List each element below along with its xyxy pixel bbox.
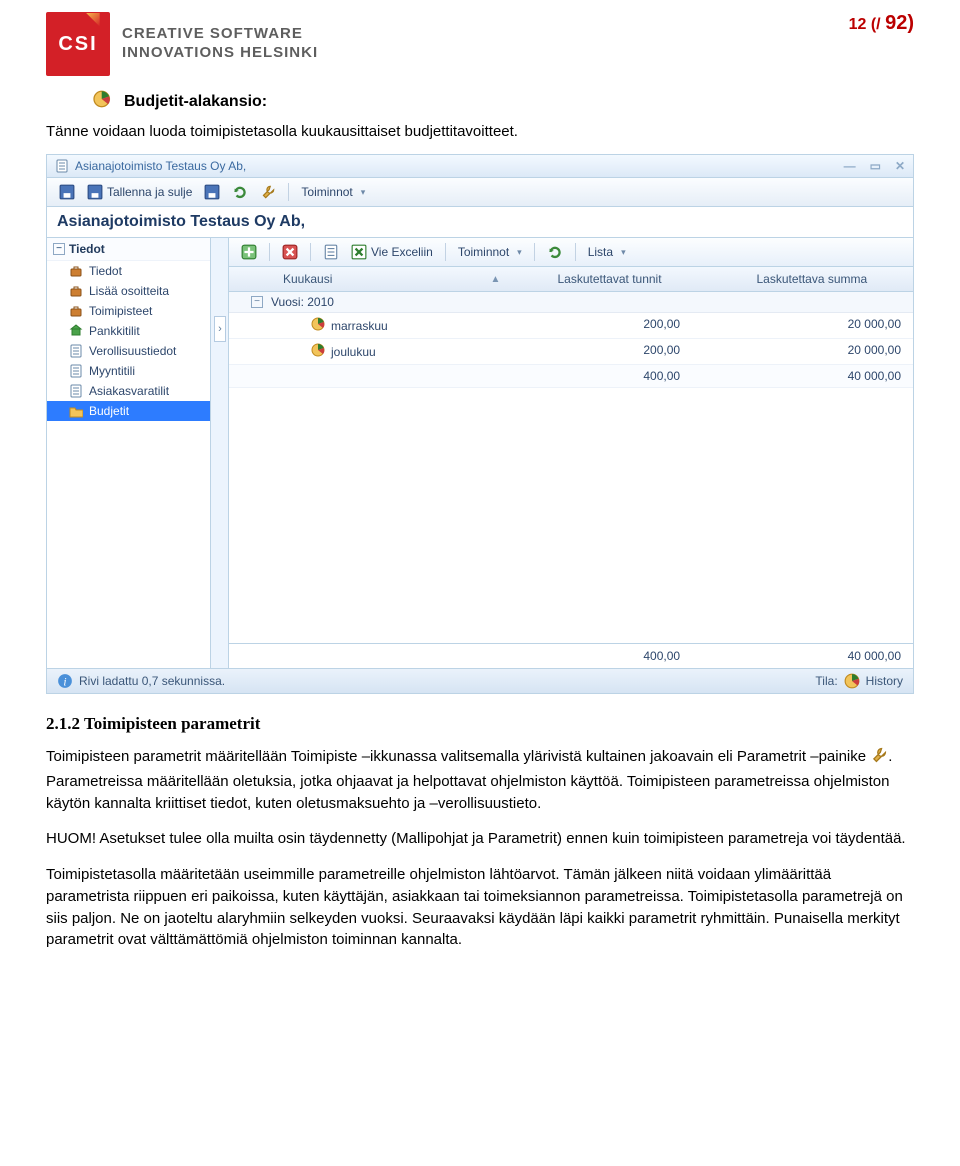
cell-sum: 20 000,00 [730, 313, 913, 338]
column-month[interactable]: Kuukausi ▲ [275, 267, 508, 291]
sort-asc-icon: ▲ [490, 274, 500, 285]
group-row-year[interactable]: − Vuosi: 2010 [229, 292, 913, 313]
sidebar-item-tiedot[interactable]: Tiedot [47, 261, 210, 281]
save-button[interactable] [55, 182, 79, 202]
refresh-button[interactable] [228, 182, 252, 202]
sidebar: − Tiedot Tiedot Lisää osoitteita Toimipist… [47, 238, 211, 668]
list-dropdown[interactable]: Lista [584, 243, 630, 261]
cell-month: joulukuu [331, 345, 376, 359]
cell-month: marraskuu [331, 319, 388, 333]
copy-button[interactable] [319, 242, 343, 262]
group-total-sum: 40 000,00 [730, 365, 913, 387]
cell-hours: 200,00 [509, 313, 730, 338]
maximize-button[interactable]: ▭ [870, 159, 881, 173]
sidebar-item-label: Asiakasvaratilit [89, 384, 169, 398]
column-sum[interactable]: Laskutettava summa [711, 267, 913, 291]
status-right-label: Tila: [815, 674, 837, 688]
brand-logo: CSI CREATIVE SOFTWARE INNOVATIONS HELSIN… [46, 12, 318, 76]
sidebar-item-lisaa[interactable]: Lisää osoitteita [47, 281, 210, 301]
cell-sum: 20 000,00 [730, 339, 913, 364]
sidebar-item-budjetit[interactable]: Budjetit [47, 401, 210, 421]
sidebar-item-toimipisteet[interactable]: Toimipisteet [47, 301, 210, 321]
briefcase-icon [69, 284, 83, 298]
pie-icon [311, 317, 325, 334]
window-doc-icon [55, 159, 69, 173]
wrench-button[interactable] [256, 182, 280, 202]
splitter[interactable]: › [211, 238, 229, 668]
grid-empty-area [229, 388, 913, 643]
add-button[interactable] [237, 242, 261, 262]
doc-icon [69, 364, 83, 378]
logo-line1: CREATIVE SOFTWARE [122, 25, 318, 44]
doc-icon [69, 344, 83, 358]
cell-hours: 200,00 [509, 339, 730, 364]
folder-icon [69, 404, 83, 418]
pie-icon [311, 343, 325, 360]
window-titlebar: Asianajotoimisto Testaus Oy Ab, — ▭ ✕ [47, 155, 913, 178]
footer-sum: 40 000,00 [730, 644, 913, 668]
doc-icon [69, 384, 83, 398]
sidebar-item-asiakasvaratilit[interactable]: Asiakasvaratilit [47, 381, 210, 401]
sidebar-item-label: Pankkitilit [89, 324, 140, 338]
close-button[interactable]: ✕ [895, 159, 905, 173]
app-window: Asianajotoimisto Testaus Oy Ab, — ▭ ✕ Ta… [46, 154, 914, 694]
status-info-icon [57, 673, 73, 689]
intro-paragraph: Tänne voidaan luoda toimipistetasolla ku… [46, 123, 914, 140]
splitter-grip-icon[interactable]: › [214, 316, 226, 342]
grid-footer-row: 400,00 40 000,00 [229, 643, 913, 668]
section-2-1-2-heading: 2.1.2 Toimipisteen parametrit [46, 714, 914, 734]
sidebar-item-label: Verollisuustiedot [89, 344, 176, 358]
sidebar-item-label: Myyntitili [89, 364, 135, 378]
primary-toolbar: Tallenna ja sulje Toiminnot [47, 178, 913, 207]
history-icon [844, 673, 860, 689]
page-number: 12 (/ 92) [849, 12, 914, 35]
column-hours[interactable]: Laskutettavat tunnit [508, 267, 710, 291]
sidebar-item-pankkitilit[interactable]: Pankkitilit [47, 321, 210, 341]
folder-icon [92, 90, 114, 113]
footer-hours: 400,00 [509, 644, 730, 668]
content-toolbar: Vie Exceliin Toiminnot Lista [229, 238, 913, 267]
table-row[interactable]: marraskuu 200,0020 000,00 [229, 313, 913, 339]
bank-icon [69, 324, 83, 338]
content-actions-dropdown[interactable]: Toiminnot [454, 243, 526, 261]
sidebar-group-header[interactable]: − Tiedot [47, 238, 210, 261]
status-right-value: History [866, 674, 903, 688]
table-row[interactable]: joulukuu 200,0020 000,00 [229, 339, 913, 365]
sidebar-item-label: Toimipisteet [89, 304, 152, 318]
window-title: Asianajotoimisto Testaus Oy Ab, [75, 159, 246, 173]
sidebar-item-label: Lisää osoitteita [89, 284, 169, 298]
export-excel-button[interactable]: Vie Exceliin [347, 242, 437, 262]
group-total-hours: 400,00 [509, 365, 730, 387]
sidebar-item-verollisuustiedot[interactable]: Verollisuustiedot [47, 341, 210, 361]
wrench-icon [870, 746, 888, 771]
group-collapse-icon[interactable]: − [251, 296, 263, 308]
save-new-button[interactable] [200, 182, 224, 202]
record-title: Asianajotoimisto Testaus Oy Ab, [47, 207, 913, 238]
logo-abbrev: CSI [58, 33, 97, 56]
refresh-content-button[interactable] [543, 242, 567, 262]
briefcase-icon [69, 304, 83, 318]
delete-button[interactable] [278, 242, 302, 262]
briefcase-icon [69, 264, 83, 278]
section2-paragraph-2: HUOM! Asetukset tulee olla muilta osin t… [46, 828, 914, 850]
collapse-toggle-icon[interactable]: − [53, 243, 65, 255]
section2-paragraph-3: Toimipistetasolla määritetään useimmille… [46, 864, 914, 951]
status-text: Rivi ladattu 0,7 sekunnissa. [79, 674, 225, 688]
sidebar-item-label: Budjetit [89, 404, 129, 418]
grid-header: Kuukausi ▲ Laskutettavat tunnit Laskutet… [229, 267, 913, 292]
section2-paragraph-1: Toimipisteen parametrit määritellään Toi… [46, 746, 914, 814]
group-total-row: 400,00 40 000,00 [229, 365, 913, 388]
logo-line2: INNOVATIONS HELSINKI [122, 44, 318, 63]
sidebar-item-myyntitili[interactable]: Myyntitili [47, 361, 210, 381]
section-heading: Budjetit-alakansio: [124, 93, 267, 111]
minimize-button[interactable]: — [844, 159, 856, 173]
sidebar-item-label: Tiedot [89, 264, 122, 278]
status-bar: Rivi ladattu 0,7 sekunnissa. Tila: Histo… [47, 668, 913, 693]
save-and-close-button[interactable]: Tallenna ja sulje [83, 182, 196, 202]
actions-dropdown[interactable]: Toiminnot [297, 183, 369, 201]
